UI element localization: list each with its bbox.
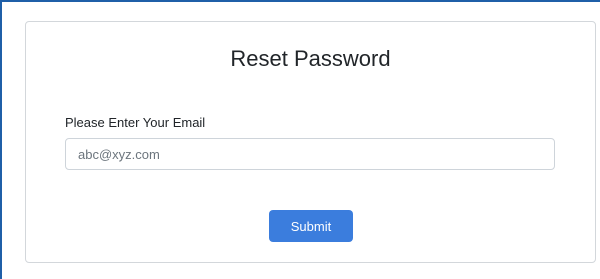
email-label: Please Enter Your Email	[65, 115, 206, 130]
reset-password-card: Reset Password Please Enter Your Email S…	[25, 21, 596, 263]
email-field[interactable]	[65, 138, 555, 170]
submit-button[interactable]: Submit	[269, 210, 353, 242]
page-title: Reset Password	[230, 46, 391, 71]
